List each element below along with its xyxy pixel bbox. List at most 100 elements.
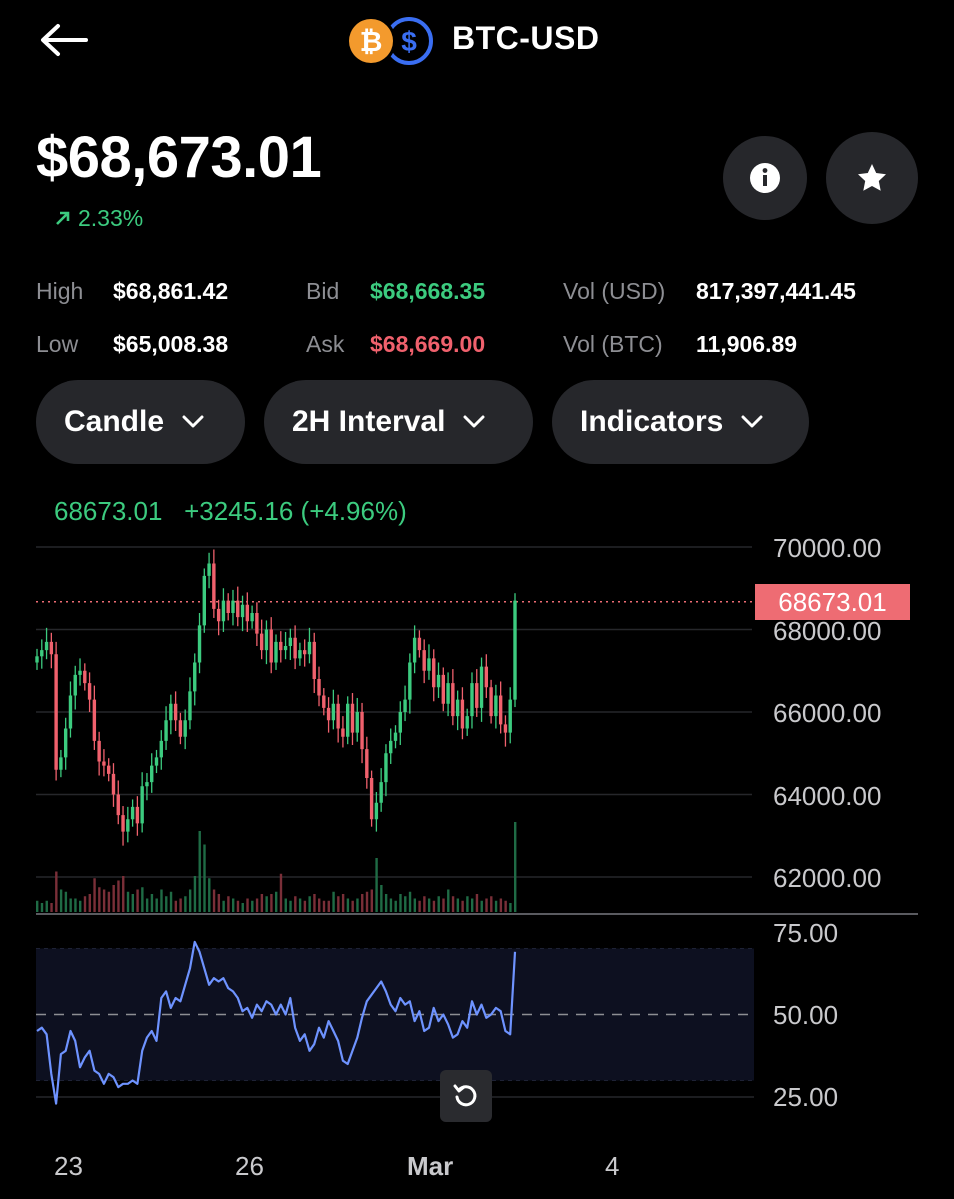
- x-tick-label: 26: [235, 1151, 264, 1181]
- candle-body: [240, 604, 245, 618]
- volume-bar: [227, 896, 230, 912]
- candle-body: [302, 650, 307, 655]
- candle-body: [212, 563, 216, 609]
- volume-bar: [322, 900, 326, 912]
- candle-body: [87, 683, 92, 700]
- volume-bar: [88, 894, 91, 912]
- back-button[interactable]: [38, 22, 90, 58]
- chevron-down-icon: [182, 415, 204, 428]
- volume-bar: [98, 887, 101, 912]
- candle-body: [451, 683, 455, 717]
- candle-body: [150, 765, 154, 783]
- volume-bar: [408, 891, 412, 912]
- rsi-tick-label: 25.00: [773, 1082, 839, 1112]
- indicators-dropdown[interactable]: Indicators: [552, 380, 809, 464]
- volume-bar: [198, 831, 201, 912]
- volume-bar: [346, 898, 350, 912]
- volume-bar: [380, 885, 383, 912]
- candle-body: [379, 782, 383, 803]
- y-tick-label: 66000.00: [773, 698, 882, 728]
- candle-body: [197, 625, 202, 663]
- volume-bar: [418, 900, 421, 912]
- candle-body: [341, 728, 345, 737]
- candle-body: [465, 716, 469, 729]
- candle-body: [455, 699, 460, 717]
- candle-body: [312, 641, 316, 679]
- x-tick-label: Mar: [407, 1151, 454, 1181]
- candle-body: [298, 650, 302, 659]
- candle-body: [317, 679, 321, 696]
- candle-body: [384, 753, 388, 783]
- candle-body: [202, 575, 206, 626]
- bid-label: Bid: [306, 278, 340, 304]
- volume-bar: [365, 891, 369, 912]
- candle-body: [322, 695, 326, 708]
- rotate-ccw-icon: [453, 1084, 477, 1107]
- pair-title: BTC-USD: [452, 20, 600, 56]
- candle-body: [83, 670, 87, 684]
- volume-bar: [437, 896, 440, 912]
- volume-bar: [475, 894, 479, 912]
- candle-body: [135, 806, 140, 824]
- current-price-tag: 68673.01: [755, 584, 910, 620]
- volume-bar: [413, 898, 417, 912]
- volume-bar: [45, 900, 48, 912]
- volume-bar: [107, 891, 111, 912]
- volume-bar: [490, 896, 493, 912]
- candle-body: [159, 740, 163, 758]
- candle-body: [130, 806, 135, 820]
- chart-type-dropdown[interactable]: Candle: [36, 380, 245, 464]
- volume-bar: [308, 896, 311, 912]
- vol-btc-value: 11,906.89: [696, 331, 798, 357]
- volume-bar: [155, 898, 158, 912]
- volume-bar: [375, 858, 378, 912]
- candle-body: [346, 703, 350, 737]
- volume-bar: [126, 891, 130, 912]
- candle-body: [140, 786, 144, 824]
- chart-last-price: 68673.01: [54, 496, 163, 526]
- volume-bar: [217, 894, 221, 912]
- volume-bar: [236, 900, 240, 912]
- candle-body: [470, 683, 474, 717]
- rsi-band: [36, 948, 754, 1081]
- volume-bar: [165, 896, 168, 912]
- candle-body: [355, 712, 359, 733]
- volume-bar: [251, 900, 254, 912]
- volume-bar: [341, 894, 345, 912]
- volume-bar: [423, 896, 426, 912]
- candle-body: [422, 650, 426, 671]
- volume-bar: [102, 889, 106, 912]
- candle-body: [245, 604, 250, 622]
- candle-body: [92, 699, 97, 741]
- volume-bar: [141, 887, 144, 912]
- svg-text:₿: ₿: [360, 26, 383, 57]
- candle-body: [484, 666, 489, 688]
- volume-bar: [509, 903, 512, 912]
- y-tick-label: 64000.00: [773, 781, 882, 811]
- candle-body: [441, 674, 445, 704]
- chevron-down-icon: [741, 415, 763, 428]
- volume-bar: [270, 894, 273, 912]
- candle-body: [40, 650, 44, 657]
- volume-bar: [212, 889, 216, 912]
- watchlist-star-button[interactable]: [826, 132, 918, 224]
- candle-body: [279, 641, 283, 651]
- info-button[interactable]: [723, 136, 807, 220]
- candle-body: [183, 720, 187, 737]
- y-tick-label: 68000.00: [773, 616, 882, 646]
- chart-change: +3245.16: [184, 496, 294, 526]
- candle-body: [49, 641, 54, 655]
- volume-bar: [93, 878, 96, 912]
- interval-dropdown[interactable]: 2H Interval: [264, 380, 533, 464]
- candle-body: [412, 637, 417, 663]
- volume-bar: [222, 900, 225, 912]
- volume-bar: [145, 898, 149, 912]
- candle-body: [489, 687, 493, 717]
- candle-body: [231, 600, 235, 613]
- vol-usd-value: 817,397,441.45: [696, 278, 856, 304]
- low-value: $65,008.38: [113, 331, 229, 357]
- arrow-up-right-icon: [56, 211, 70, 225]
- volume-bar: [279, 873, 283, 912]
- candle-body: [288, 637, 293, 646]
- reset-zoom-button[interactable]: [440, 1070, 492, 1122]
